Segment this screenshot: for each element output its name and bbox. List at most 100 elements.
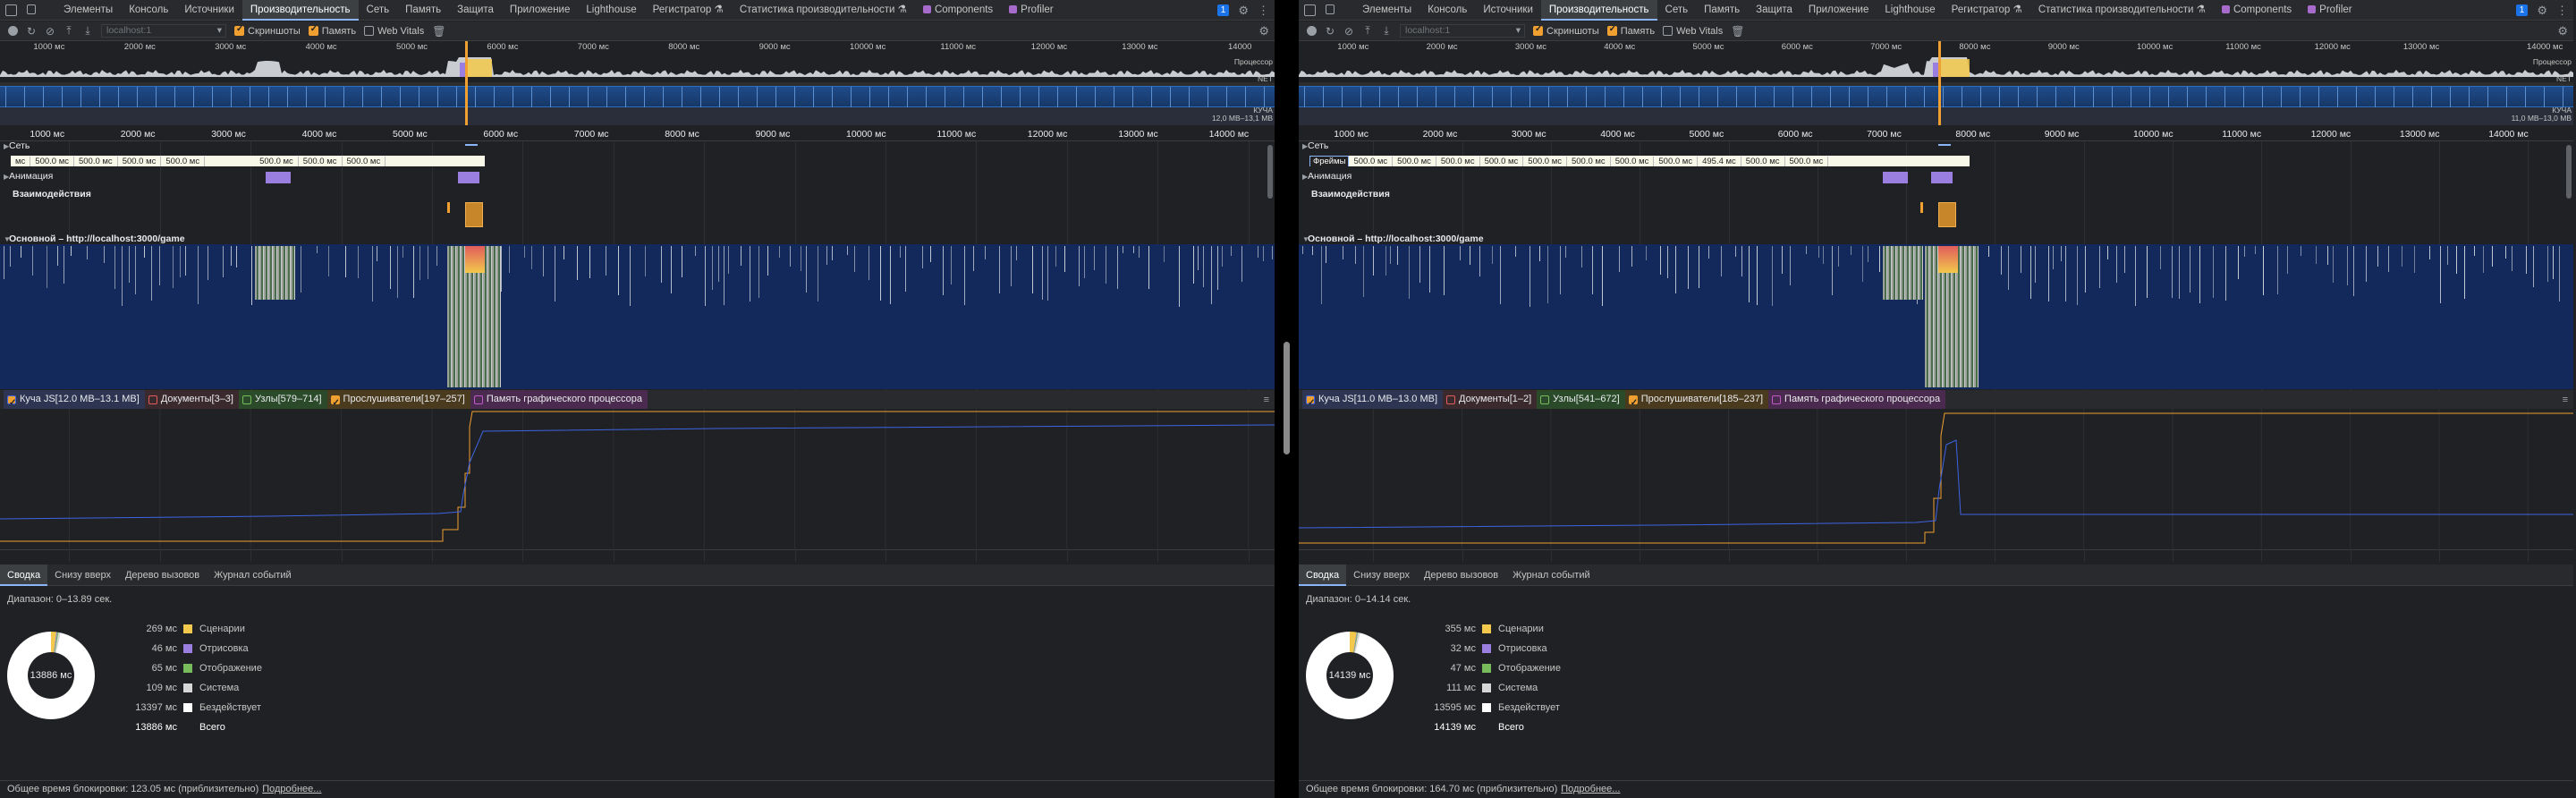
task-bar[interactable] xyxy=(501,246,502,293)
task-bar[interactable] xyxy=(2244,246,2245,257)
task-bar[interactable] xyxy=(847,246,848,255)
task-bar[interactable] xyxy=(2414,246,2415,274)
task-bar[interactable] xyxy=(880,246,881,301)
frame-block[interactable]: 500.0 мс xyxy=(161,156,206,166)
tab-7[interactable]: Приложение xyxy=(502,0,578,21)
trash-icon[interactable]: 🗑 xyxy=(1731,25,1744,38)
task-bar[interactable] xyxy=(2065,246,2066,302)
task-bar[interactable] xyxy=(543,246,544,277)
task-bar[interactable] xyxy=(2353,246,2354,296)
task-bar[interactable] xyxy=(900,246,901,259)
task-bar[interactable] xyxy=(87,246,88,260)
tab-1[interactable]: Консоль xyxy=(121,0,176,21)
task-bar[interactable] xyxy=(826,246,827,266)
task-bar[interactable] xyxy=(1823,246,1824,264)
task-bar[interactable] xyxy=(2238,246,2239,280)
task-bar[interactable] xyxy=(114,246,115,290)
frame-block[interactable]: 500.0 мс xyxy=(30,156,74,166)
record-button[interactable] xyxy=(8,26,18,36)
task-bar[interactable] xyxy=(1373,246,1374,276)
task-bar[interactable] xyxy=(1211,246,1212,304)
screenshot-filmstrip[interactable] xyxy=(0,86,1275,108)
animation-track[interactable]: ▶Анимация xyxy=(0,168,1275,184)
counter-toggle-4[interactable]: Память графического процессора xyxy=(1768,390,1946,409)
task-bar[interactable] xyxy=(1539,246,1540,261)
task-bar[interactable] xyxy=(57,246,58,267)
task-bar[interactable] xyxy=(2085,246,2086,293)
tab-9[interactable]: Регистратор ⚗ xyxy=(645,0,732,21)
details-tab-1[interactable]: Снизу вверх xyxy=(47,565,118,586)
frame-block[interactable]: 500.0 мс xyxy=(1785,156,1829,166)
task-bar[interactable] xyxy=(1139,246,1140,259)
task-bar[interactable] xyxy=(1782,246,1783,275)
tab-4[interactable]: Сеть xyxy=(1657,0,1697,21)
task-bar[interactable] xyxy=(1879,246,1880,272)
issues-badge[interactable]: 1 xyxy=(2515,4,2529,16)
tab-2[interactable]: Источники xyxy=(1475,0,1541,21)
task-bar[interactable] xyxy=(577,246,578,280)
task-bar[interactable] xyxy=(372,246,373,301)
task-bar[interactable] xyxy=(317,246,318,254)
task-bar[interactable] xyxy=(2533,246,2534,288)
task-bar[interactable] xyxy=(1806,246,1807,255)
task-bar[interactable] xyxy=(618,246,619,296)
main-thread-flamechart[interactable] xyxy=(1299,244,2573,389)
overview-selection-marker[interactable] xyxy=(1938,41,1941,125)
task-bar[interactable] xyxy=(1011,246,1012,286)
animation-block[interactable] xyxy=(1883,172,1908,183)
scrollbar-thumb[interactable] xyxy=(2566,145,2572,199)
counter-toggle-3[interactable]: Прослушиватели[197–257] xyxy=(326,390,470,412)
tab-0[interactable]: Элементы xyxy=(1354,0,1419,21)
task-bar[interactable] xyxy=(198,246,199,305)
download-profile-icon[interactable]: ⤓ xyxy=(82,24,93,38)
task-bar[interactable] xyxy=(1581,246,1582,268)
settings-gear-icon[interactable]: ⚙ xyxy=(1238,4,1249,18)
more-options-icon[interactable]: ⋮ xyxy=(1258,4,1269,18)
tab-11[interactable]: Components xyxy=(915,0,1001,21)
task-bar[interactable] xyxy=(832,246,833,260)
animation-block[interactable] xyxy=(458,172,479,183)
task-bar[interactable] xyxy=(767,246,768,276)
details-tab-3[interactable]: Журнал событий xyxy=(207,565,298,586)
task-bar[interactable] xyxy=(2053,246,2054,269)
task-cluster[interactable] xyxy=(1883,246,1923,300)
issues-badge[interactable]: 1 xyxy=(1216,4,1230,16)
counter-toggle-2[interactable]: Узлы[579–714] xyxy=(238,390,327,409)
details-tab-2[interactable]: Дерево вызовов xyxy=(118,565,207,586)
tab-5[interactable]: Память xyxy=(1696,0,1748,21)
task-bar[interactable] xyxy=(1363,246,1364,298)
interactions-track[interactable]: Взаимодействия xyxy=(0,186,1275,202)
task-bar[interactable] xyxy=(1721,246,1722,276)
task-bar[interactable] xyxy=(1851,246,1852,255)
task-bar[interactable] xyxy=(728,246,729,275)
task-bar[interactable] xyxy=(151,246,152,301)
capture-settings-icon[interactable]: ⚙ xyxy=(2557,24,2568,38)
details-tab-0[interactable]: Сводка xyxy=(0,565,48,586)
task-bar[interactable] xyxy=(1832,246,1833,296)
tab-0[interactable]: Элементы xyxy=(55,0,121,21)
download-profile-icon[interactable]: ⤓ xyxy=(1381,24,1392,38)
frame-block[interactable]: 500.0 мс xyxy=(1480,156,1524,166)
task-bar[interactable] xyxy=(1500,246,1501,304)
task-bar[interactable] xyxy=(1272,246,1273,259)
task-bar[interactable] xyxy=(1084,246,1085,278)
task-bar[interactable] xyxy=(1198,246,1199,270)
counter-toggle-1[interactable]: Документы[3–3] xyxy=(144,390,239,409)
task-bar[interactable] xyxy=(1222,246,1223,267)
task-bar[interactable] xyxy=(2172,246,2173,299)
task-bar[interactable] xyxy=(1757,246,1758,305)
more-options-icon[interactable]: ⋮ xyxy=(2556,4,2568,18)
tab-3[interactable]: Производительность xyxy=(242,0,359,21)
frame-block[interactable]: 500.0 мс xyxy=(255,156,299,166)
clear-icon[interactable]: ⊘ xyxy=(45,25,55,38)
task-bar[interactable] xyxy=(2333,246,2334,284)
task-bar[interactable] xyxy=(390,246,391,289)
frame-block[interactable]: 500.0 мс xyxy=(1523,156,1567,166)
task-bar[interactable] xyxy=(1193,246,1194,284)
divider-handle[interactable] xyxy=(1284,342,1290,454)
animation-block[interactable] xyxy=(1931,172,1953,183)
task-bar[interactable] xyxy=(2135,246,2136,307)
task-bar[interactable] xyxy=(2213,246,2214,299)
task-bar[interactable] xyxy=(712,246,713,290)
screenshots-checkbox[interactable]: Скриншоты xyxy=(1533,24,1599,37)
